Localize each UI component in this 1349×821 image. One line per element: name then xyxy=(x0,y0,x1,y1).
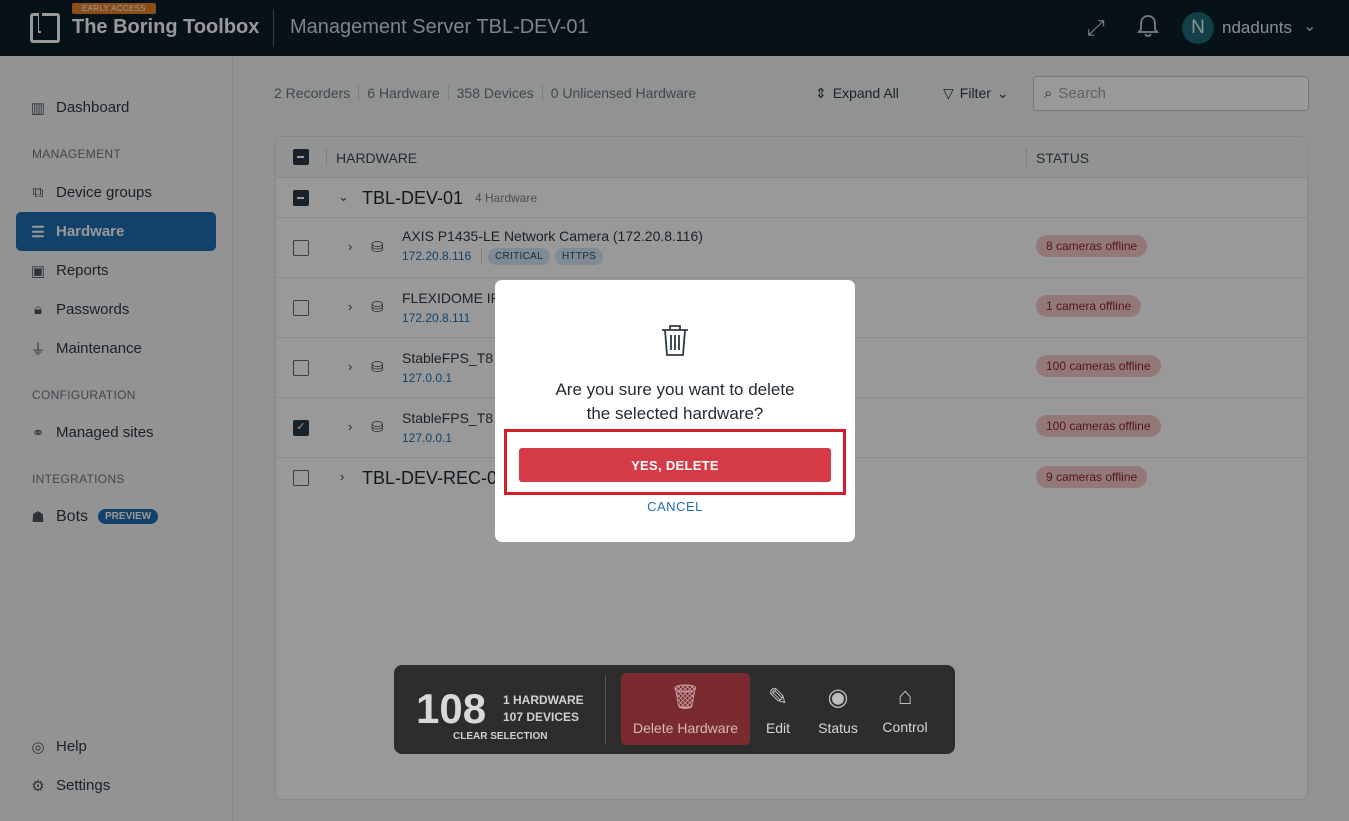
status-label: Status xyxy=(818,719,858,736)
selection-action-bar: 108 1 HARDWARE 107 DEVICES CLEAR SELECTI… xyxy=(394,665,955,754)
control-button[interactable]: ⌂ Control xyxy=(878,673,932,745)
selected-hardware-count: 1 HARDWARE xyxy=(503,693,584,707)
trash-icon: 🗑︎ xyxy=(670,683,701,711)
delete-confirm-dialog: Are you sure you want to delete the sele… xyxy=(495,280,855,542)
broom-icon: ⌂ xyxy=(897,683,913,710)
confirm-delete-button[interactable]: YES, DELETE xyxy=(519,448,831,482)
divider xyxy=(605,675,606,745)
delete-hardware-label: Delete Hardware xyxy=(632,719,739,736)
edit-button[interactable]: ✎ Edit xyxy=(761,673,795,745)
dialog-message: Are you sure you want to delete the sele… xyxy=(515,378,835,426)
selected-devices-count: 107 DEVICES xyxy=(503,710,580,724)
broadcast-icon: ◉ xyxy=(827,683,849,711)
status-button[interactable]: ◉ Status xyxy=(813,673,863,745)
delete-hardware-button[interactable]: 🗑︎ Delete Hardware xyxy=(621,673,750,745)
clear-selection-button[interactable]: CLEAR SELECTION xyxy=(453,731,547,742)
dialog-message-line1: Are you sure you want to delete xyxy=(555,380,795,399)
trash-icon xyxy=(659,323,691,365)
cancel-button[interactable]: CANCEL xyxy=(625,499,725,514)
control-label: Control xyxy=(882,719,928,735)
selected-count: 108 xyxy=(416,685,487,732)
pencil-icon: ✎ xyxy=(767,683,789,711)
edit-label: Edit xyxy=(765,719,791,736)
dialog-message-line2: the selected hardware? xyxy=(586,404,764,423)
